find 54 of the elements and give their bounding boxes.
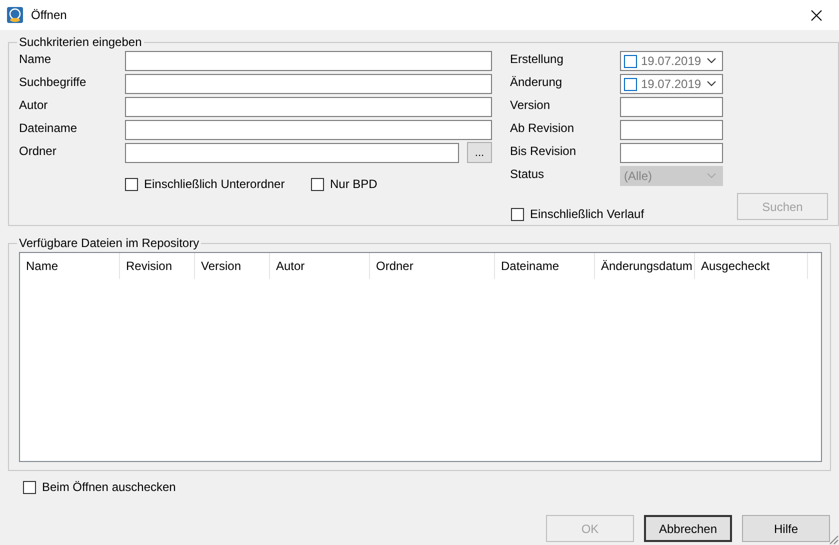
checkbox-label: Nur BPD bbox=[330, 177, 378, 191]
close-icon[interactable] bbox=[810, 10, 822, 20]
chevron-icon bbox=[707, 58, 716, 64]
date-picker[interactable]: 19.07.2019 bbox=[620, 74, 723, 94]
dropdown-value: (Alle) bbox=[624, 169, 652, 183]
group-label: Verfügbare Dateien im Repository bbox=[18, 236, 200, 250]
browse-button[interactable]: ... bbox=[467, 142, 492, 163]
field-label: Autor bbox=[19, 97, 49, 113]
column-header[interactable]: Dateiname bbox=[495, 253, 595, 279]
checkbox[interactable] bbox=[311, 178, 324, 190]
column-header[interactable]: Ordner bbox=[370, 253, 495, 279]
column-header[interactable]: Name bbox=[20, 253, 120, 279]
input-field[interactable] bbox=[125, 51, 492, 71]
checkbox[interactable] bbox=[624, 78, 637, 90]
field-label: Suchbegriffe bbox=[19, 74, 88, 90]
input-field[interactable] bbox=[620, 97, 723, 117]
date-value: 19.07.2019 bbox=[641, 77, 702, 91]
chevron-icon bbox=[707, 173, 716, 179]
date-value: 19.07.2019 bbox=[641, 54, 702, 68]
checkbox-label: Einschließlich Unterordner bbox=[144, 177, 285, 191]
field-label: Ab Revision bbox=[510, 120, 576, 136]
field-label: Erstellung bbox=[510, 51, 564, 67]
chevron-icon bbox=[707, 81, 716, 87]
column-header[interactable]: Revision bbox=[120, 253, 195, 279]
group-label: Suchkriterien eingeben bbox=[18, 35, 143, 49]
resize-grip-icon[interactable] bbox=[827, 533, 839, 545]
field-label: Dateiname bbox=[19, 120, 78, 136]
column-header[interactable]: Version bbox=[195, 253, 270, 279]
checkbox-label: Einschließlich Verlauf bbox=[530, 207, 644, 221]
window-title: Öffnen bbox=[31, 8, 67, 22]
field-label: Ordner bbox=[19, 143, 58, 159]
checkbox[interactable] bbox=[511, 208, 524, 220]
input-field[interactable] bbox=[125, 97, 492, 117]
input-field[interactable] bbox=[620, 143, 723, 163]
column-header[interactable]: Ausgecheckt bbox=[695, 253, 808, 279]
field-label: Änderung bbox=[510, 74, 564, 90]
checkbox[interactable] bbox=[125, 178, 138, 190]
field-label: Version bbox=[510, 97, 552, 113]
field-label: Name bbox=[19, 51, 52, 67]
input-field[interactable] bbox=[125, 74, 492, 94]
column-header[interactable]: Autor bbox=[270, 253, 370, 279]
input-field[interactable] bbox=[125, 120, 492, 140]
checkbox[interactable] bbox=[23, 480, 36, 494]
input-field[interactable] bbox=[125, 143, 459, 163]
field-label: Bis Revision bbox=[510, 143, 578, 159]
input-field[interactable] bbox=[620, 120, 723, 140]
dialog-button[interactable]: Hilfe bbox=[742, 515, 830, 542]
app-icon bbox=[7, 7, 23, 23]
field-label: Status bbox=[510, 166, 546, 182]
date-picker[interactable]: 19.07.2019 bbox=[620, 51, 723, 71]
dialog-button[interactable]: Abbrechen bbox=[644, 515, 732, 542]
checkbox[interactable] bbox=[624, 54, 637, 68]
checkbox-label: Beim Öffnen auschecken bbox=[42, 480, 176, 494]
column-header[interactable]: Änderungsdatum bbox=[595, 253, 695, 279]
